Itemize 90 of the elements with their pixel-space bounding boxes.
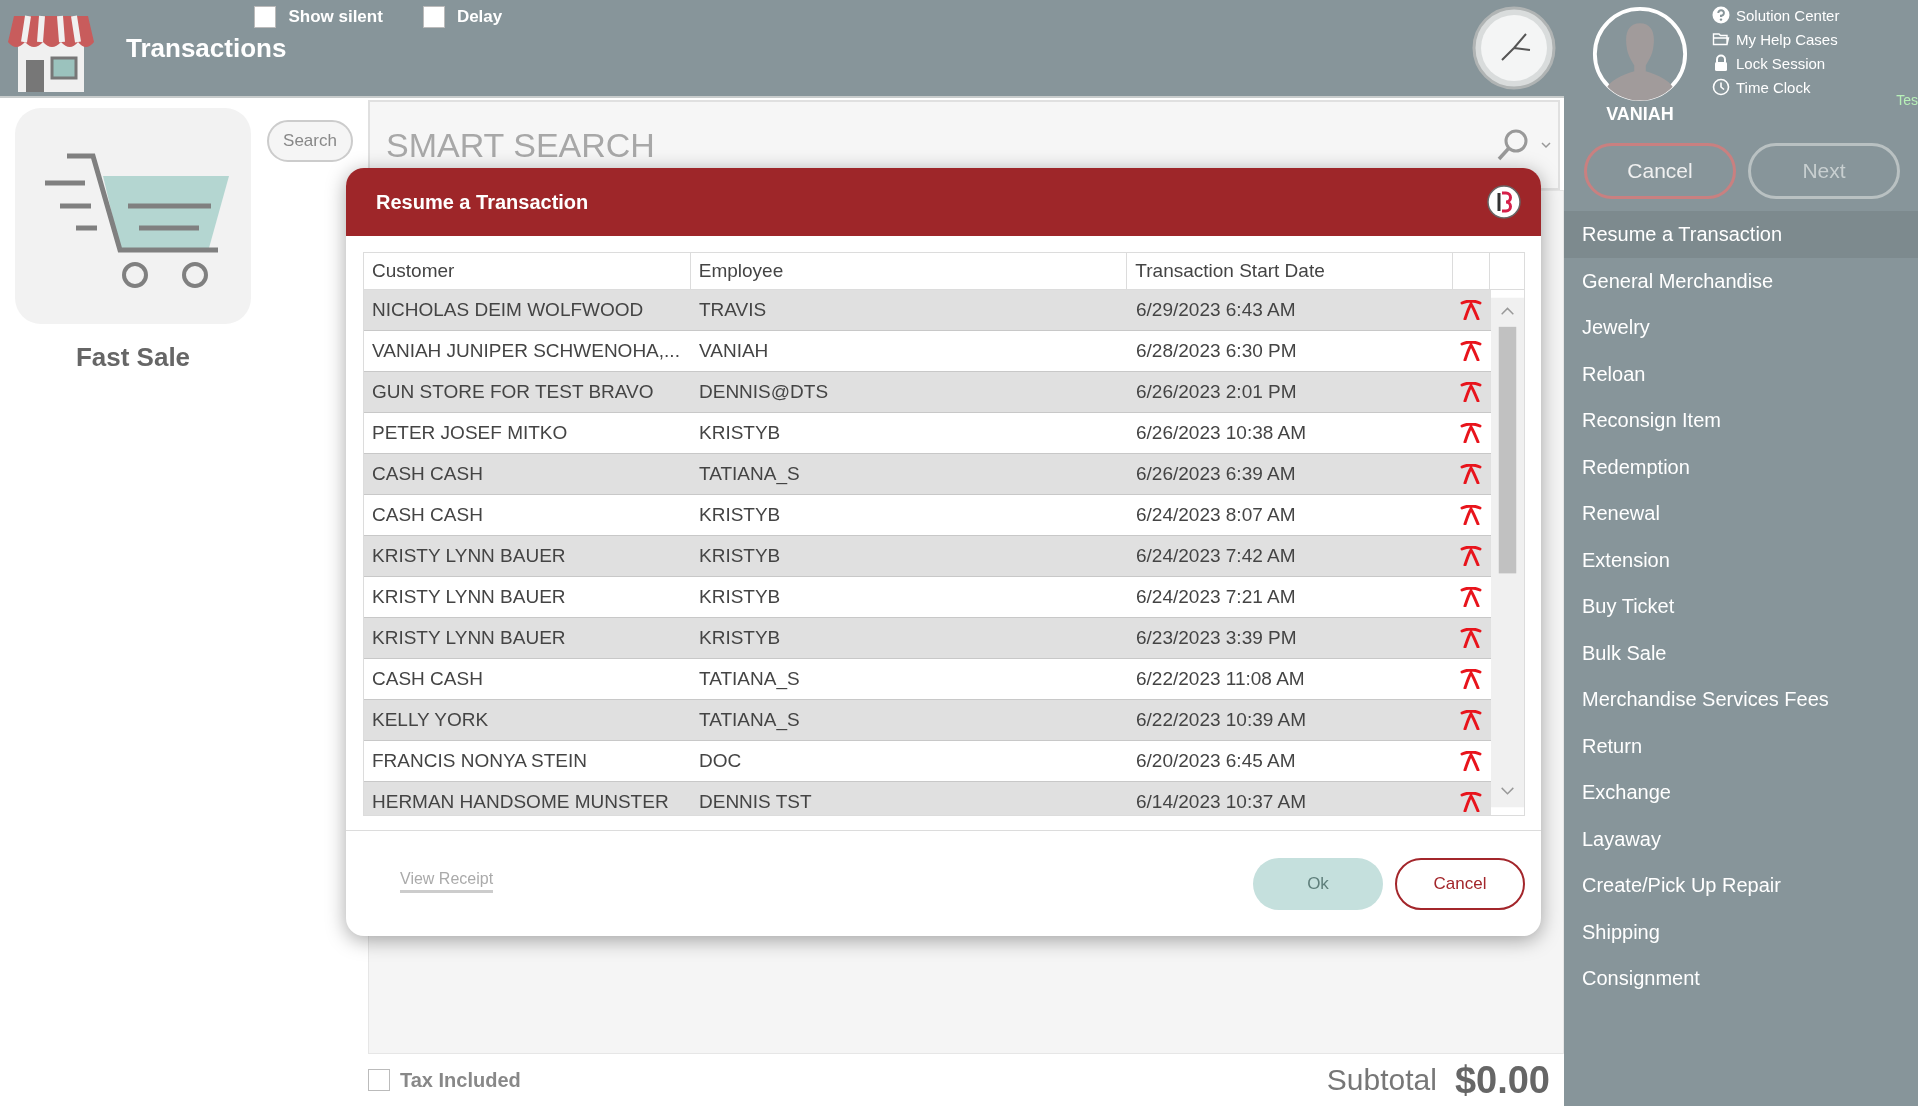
menu-item[interactable]: Exchange [1564,769,1918,816]
table-cell-text: CASH CASH [371,667,484,691]
menu-item[interactable]: Resume a Transaction [1564,211,1918,258]
table-cell-text: HERMAN HANDSOME MUNSTER [371,790,670,814]
page-title: Transactions [126,33,287,64]
table-cell-text: 6/26/2023 10:38 AM [1135,421,1308,445]
table-cell-text: 6/14/2023 10:37 AM [1135,790,1308,814]
table-cell-text: 6/29/2023 6:43 AM [1135,298,1297,322]
menu-item[interactable]: Create/Pick Up Repair [1564,862,1918,909]
folder-icon [1712,30,1730,48]
table-cell-text: KRISTYB [698,503,782,527]
table-cell-text: KRISTYB [698,585,782,609]
dialog-title: Resume a Transaction [376,190,589,214]
tile-label: Fast Sale [75,342,191,373]
table-cell-text: VANIAH [698,339,770,363]
table-cell-text: 6/24/2023 7:21 AM [1135,585,1297,609]
menu-item[interactable]: Redemption [1564,443,1918,490]
table-cell-text: 6/20/2023 6:45 AM [1135,749,1297,773]
search-icon [1496,128,1530,162]
column-header: Employee [690,253,1128,289]
help-link[interactable]: My Help Cases [1712,30,1840,48]
menu-item[interactable]: Return [1564,722,1918,769]
checkbox[interactable] [422,6,445,28]
lock-icon [1712,54,1730,72]
subtotal-label: Subtotal [1326,1063,1437,1097]
help-link[interactable]: Solution Center [1712,6,1840,24]
table-cell-text: NICHOLAS DEIM WOLFWOOD [371,298,645,322]
table-cell-text: 6/28/2023 6:30 PM [1135,339,1298,363]
menu-item[interactable]: Merchandise Services Fees [1564,676,1918,723]
table-cell-text: 6/23/2023 3:39 PM [1135,626,1298,650]
shopping-cart-icon [15,108,251,324]
menu-item[interactable]: Consignment [1564,955,1918,1002]
checkbox-label: Delay [456,7,503,27]
logo-icon [1487,185,1521,219]
help-icon [1712,6,1730,24]
checkbox[interactable] [368,1069,390,1091]
menu-item[interactable]: Layaway [1564,815,1918,862]
menu-item[interactable]: Jewelry [1564,304,1918,351]
table-cell-text: KRISTYB [698,626,782,650]
menu-item[interactable]: Bulk Sale [1564,629,1918,676]
table-cell-text: TATIANA_S [698,667,801,692]
status-text: Tes [1896,92,1918,108]
subtotal-value: $0.00 [1454,1058,1550,1102]
table-cell-text: GUN STORE FOR TEST BRAVO [371,380,655,404]
table-cell-text: 6/26/2023 2:01 PM [1135,380,1298,404]
table-cell-text: KRISTY LYNN BAUER [371,585,567,609]
clock-icon [1472,6,1556,90]
table-cell-text: DOC [698,749,743,773]
menu-item[interactable]: Reconsign Item [1564,397,1918,444]
menu-item[interactable]: General Merchandise [1564,257,1918,304]
column-header: Transaction Start Date [1127,253,1454,289]
menu-item[interactable]: Buy Ticket [1564,583,1918,630]
menu-item[interactable]: Reloan [1564,350,1918,397]
table-cell-text: CASH CASH [371,503,484,527]
table-cell-text: KRISTYB [698,544,782,568]
search-button[interactable]: Search [267,120,353,162]
menu-item[interactable]: Shipping [1564,908,1918,955]
table-cell-text: VANIAH JUNIPER SCHWENOHA,... [371,339,681,363]
table-cell-text: 6/24/2023 7:42 AM [1135,544,1297,568]
table-cell-text: KRISTY LYNN BAUER [371,544,567,568]
menu-item[interactable]: Extension [1564,536,1918,583]
help-link[interactable]: Lock Session [1712,54,1840,72]
table-cell-text: PETER JOSEF MITKO [371,421,569,445]
cancel-button[interactable]: Cancel [1584,143,1736,199]
table-cell-text: KRISTYB [698,421,782,445]
table-cell-text: FRANCIS NONYA STEIN [371,749,588,773]
table-cell-text: TATIANA_S [698,462,801,487]
table-cell-text: KELLY YORK [371,708,490,732]
column-header: Customer [364,253,691,289]
table-cell-text: 6/26/2023 6:39 AM [1135,462,1297,486]
table-cell-text: TRAVIS [698,298,768,322]
table-cell-text: 6/24/2023 8:07 AM [1135,503,1297,527]
table-cell-text: CASH CASH [371,462,484,486]
help-link[interactable]: Time Clock [1712,78,1840,96]
next-button[interactable]: Next [1748,143,1900,199]
cancel-button[interactable]: Cancel [1395,857,1525,910]
checkbox-label: Show silent [288,7,383,27]
menu-item[interactable]: Renewal [1564,490,1918,537]
table-cell-text: DENNIS@DTS [698,380,830,404]
user-name: VANIAH [1606,104,1674,125]
checkbox[interactable] [254,6,277,28]
table-cell-text: 6/22/2023 11:08 AM [1135,667,1306,691]
clock-icon [1712,78,1730,96]
table-cell-text: 6/22/2023 10:39 AM [1135,708,1308,732]
view-receipt-link[interactable]: View Receipt [400,870,494,893]
table-cell-text: TATIANA_S [698,708,801,733]
caret-icon [1540,141,1552,149]
table-cell-text: KRISTY LYNN BAUER [371,626,567,650]
table-cell-text: DENNIS TST [698,790,813,814]
checkbox-label: Tax Included [400,1068,521,1092]
